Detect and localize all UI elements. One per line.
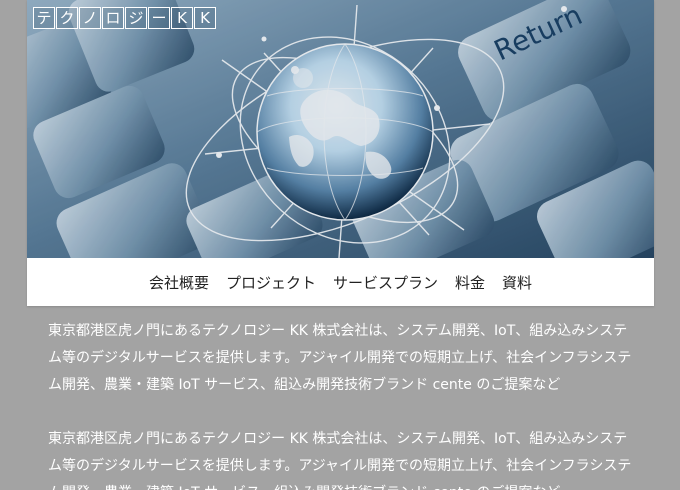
logo-char: K [171, 7, 193, 29]
globe-keyboard-illustration: Return [27, 0, 654, 258]
nav-projects[interactable]: プロジェクト [226, 272, 316, 293]
description-paragraph: 東京都港区虎ノ門にあるテクノロジー KK 株式会社は、システム開発、IoT、組み… [48, 431, 632, 490]
company-description: 東京都港区虎ノ門にあるテクノロジー KK 株式会社は、システム開発、IoT、組み… [48, 318, 640, 490]
logo-char: ロ [102, 7, 124, 29]
logo-char: ジ [125, 7, 147, 29]
logo-char: ク [56, 7, 78, 29]
main-navigation: 会社概要 プロジェクト サービスプラン 料金 資料 [27, 258, 654, 306]
page: テ ク ノ ロ ジ ー K K Return 会社概要 プロジェクト サービスプ… [0, 0, 680, 490]
hero-image: テ ク ノ ロ ジ ー K K Return [27, 0, 654, 258]
logo-char: ー [148, 7, 170, 29]
logo-char: テ [33, 7, 55, 29]
nav-company-overview[interactable]: 会社概要 [149, 272, 209, 293]
brand-logo[interactable]: テ ク ノ ロ ジ ー K K [33, 7, 216, 29]
nav-materials[interactable]: 資料 [502, 272, 532, 293]
nav-service-plans[interactable]: サービスプラン [333, 272, 438, 293]
logo-char: K [194, 7, 216, 29]
nav-pricing[interactable]: 料金 [455, 272, 485, 293]
description-paragraph: 東京都港区虎ノ門にあるテクノロジー KK 株式会社は、システム開発、IoT、組み… [48, 323, 632, 393]
logo-char: ノ [79, 7, 101, 29]
